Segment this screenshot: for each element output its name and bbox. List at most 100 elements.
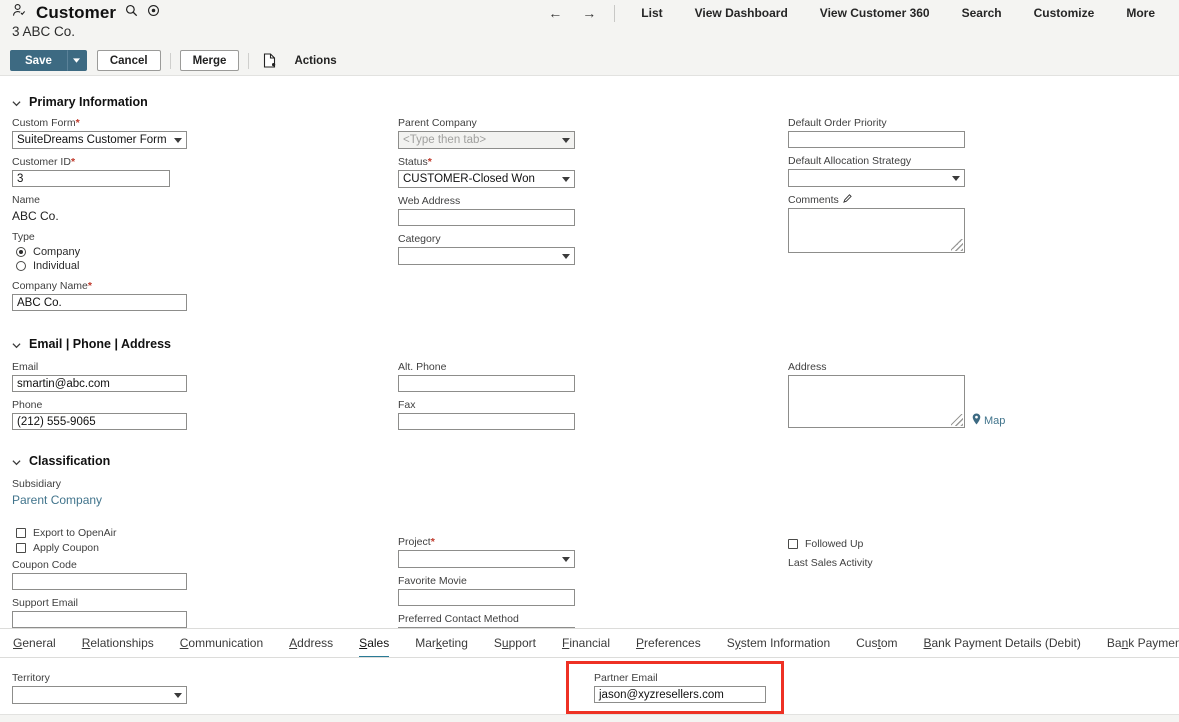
merge-button[interactable]: Merge [179,50,240,71]
nav-back-arrow[interactable]: ← [538,4,572,22]
company-name-input[interactable]: ABC Co. [12,294,187,311]
tab-financial[interactable]: Financial [549,629,623,657]
radio-individual-label: Individual [33,260,80,272]
nav-forward-arrow[interactable]: → [572,4,606,22]
subsidiary-value-link[interactable]: Parent Company [12,492,398,508]
chevron-down-icon [12,456,21,465]
tab-bank-payment-details-debit[interactable]: Bank Payment Details (Debit) [910,629,1093,657]
field-phone: Phone (212) 555-9065 [12,398,398,430]
nav-link-list[interactable]: List [625,4,678,22]
section-email-phone-address: Email | Phone | Address Email smartin@ab… [0,313,1179,432]
alt-phone-input[interactable] [398,375,575,392]
classification-header[interactable]: Classification [0,454,1179,468]
tab-system-information[interactable]: System Information [714,629,843,657]
save-dropdown-caret[interactable] [66,50,87,71]
email-input[interactable]: smartin@abc.com [12,375,187,392]
project-label: Project* [398,536,435,548]
tab-general[interactable]: General [0,629,69,657]
phone-input[interactable]: (212) 555-9065 [12,413,187,430]
project-select[interactable] [398,550,575,568]
followed-up-checkbox[interactable] [788,539,798,549]
nav-link-customize[interactable]: Customize [1018,4,1111,22]
document-icon[interactable] [258,50,280,71]
radio-individual-input[interactable] [16,261,26,271]
status-label: Status* [398,156,432,168]
apply-coupon-checkbox[interactable] [16,543,26,553]
checkbox-apply-coupon[interactable]: Apply Coupon [16,542,398,554]
chevron-down-icon [12,97,21,106]
coupon-code-input[interactable] [12,573,187,590]
tab-marketing[interactable]: Marketing [402,629,481,657]
field-name: Name ABC Co. [12,193,398,224]
field-alt-phone: Alt. Phone [398,360,788,392]
subsidiary-label: Subsidiary [12,478,62,490]
tab-preferences[interactable]: Preferences [623,629,714,657]
field-web-address: Web Address [398,194,788,226]
checkbox-export-to-openair[interactable]: Export to OpenAir [16,527,398,539]
default-allocation-strategy-select[interactable] [788,169,965,187]
partner-email-highlight-box [566,661,784,714]
status-select[interactable]: CUSTOMER-Closed Won [398,170,575,188]
checkbox-followed-up[interactable]: Followed Up [788,538,1088,550]
default-allocation-strategy-label: Default Allocation Strategy [788,155,912,167]
alt-phone-label: Alt. Phone [398,361,447,373]
category-select[interactable] [398,247,575,265]
last-sales-activity-label: Last Sales Activity [788,557,873,569]
default-order-priority-input[interactable] [788,131,965,148]
tab-communication[interactable]: Communication [167,629,276,657]
tab-sales[interactable]: Sales [346,629,402,657]
nav-link-more[interactable]: More [1110,4,1171,22]
radio-type-individual[interactable]: Individual [16,260,398,272]
nav-link-view-customer-360[interactable]: View Customer 360 [804,4,946,22]
nav-link-view-dashboard[interactable]: View Dashboard [679,4,804,22]
radio-company-input[interactable] [16,247,26,257]
tab-bank-payment-details-credit[interactable]: Bank Payment Details (Credit) [1094,629,1179,657]
support-email-input[interactable] [12,611,187,628]
nav-link-search[interactable]: Search [946,4,1018,22]
comments-textarea[interactable] [788,208,965,253]
header-navigation: ← → List View Dashboard View Customer 36… [538,4,1171,22]
radio-type-company[interactable]: Company [16,246,398,258]
field-coupon-code: Coupon Code [12,558,398,590]
support-email-label: Support Email [12,597,78,609]
actions-button[interactable]: Actions [286,55,344,67]
resize-grip-icon[interactable] [951,414,963,426]
address-textarea[interactable] [788,375,965,428]
tab-relationships[interactable]: Relationships [69,629,167,657]
fax-input[interactable] [398,413,575,430]
map-link[interactable]: Map [972,413,1005,428]
cancel-button[interactable]: Cancel [96,50,161,71]
save-button[interactable]: Save [10,50,67,71]
toolbar-divider-2 [248,52,250,69]
resize-grip-icon[interactable] [951,239,963,251]
export-to-openair-checkbox[interactable] [16,528,26,538]
primary-column-3: Default Order Priority Default Allocatio… [788,116,1088,313]
web-address-input[interactable] [398,209,575,226]
field-fax: Fax [398,398,788,430]
tab-support[interactable]: Support [481,629,549,657]
tab-address[interactable]: Address [276,629,346,657]
field-last-sales-activity: Last Sales Activity [788,556,1088,570]
tab-custom[interactable]: Custom [843,629,910,657]
field-category: Category [398,232,788,265]
customer-id-input[interactable]: 3 [12,170,170,187]
target-icon[interactable] [147,4,160,22]
primary-information-header[interactable]: Primary Information [0,95,1179,109]
record-type-heading: Customer [12,3,160,23]
email-phone-address-header[interactable]: Email | Phone | Address [0,337,1179,351]
contact-column-1: Email smartin@abc.com Phone (212) 555-90… [12,360,398,432]
coupon-code-label: Coupon Code [12,559,77,571]
fax-label: Fax [398,399,416,411]
customer-id-label: Customer ID* [12,156,76,168]
favorite-movie-input[interactable] [398,589,575,606]
favorite-movie-label: Favorite Movie [398,575,467,587]
territory-select[interactable] [12,686,187,704]
parent-company-select[interactable]: <Type then tab> [398,131,575,149]
address-label: Address [788,361,827,373]
field-email: Email smartin@abc.com [12,360,398,392]
custom-form-select[interactable]: SuiteDreams Customer Form [12,131,187,149]
search-icon[interactable] [125,4,138,22]
field-default-allocation-strategy: Default Allocation Strategy [788,154,1088,187]
territory-label: Territory [12,672,50,684]
pencil-icon[interactable] [842,193,852,207]
